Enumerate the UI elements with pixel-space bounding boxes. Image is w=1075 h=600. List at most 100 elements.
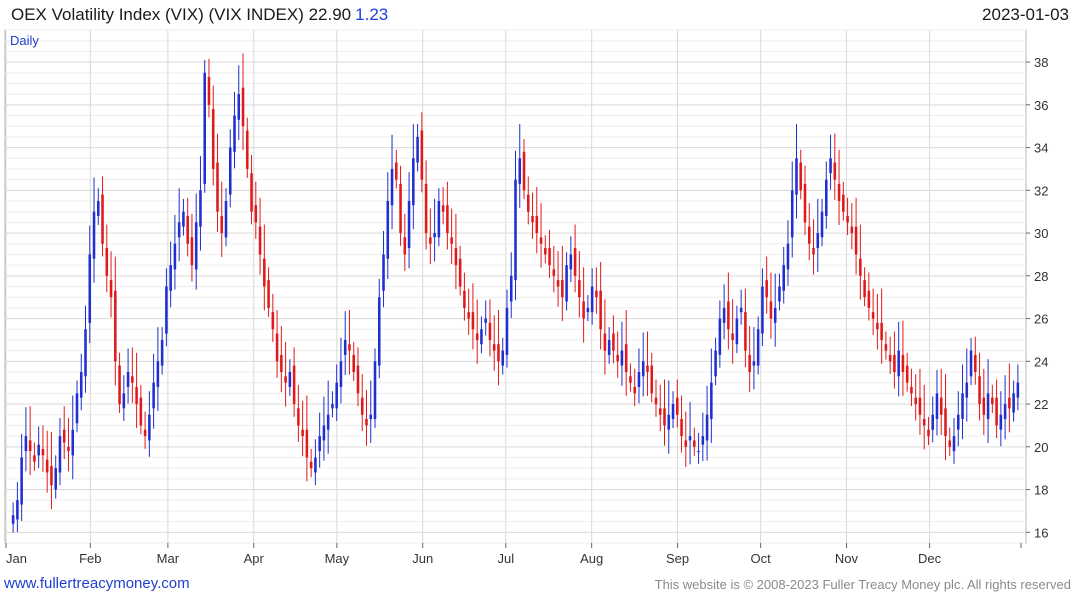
x-tick-label: Mar (157, 551, 180, 566)
candle-body (280, 354, 283, 372)
candle-body (88, 254, 92, 323)
candle-body (75, 393, 79, 424)
candle-body (582, 301, 585, 319)
candle-body (501, 350, 505, 366)
candle-body (101, 194, 104, 244)
candle-body (761, 286, 764, 334)
candle-body (978, 376, 981, 405)
candle-body (999, 414, 1003, 430)
candle-body (565, 265, 568, 302)
candle-body (671, 404, 675, 420)
candle-body (918, 397, 922, 415)
candle-body (54, 468, 57, 490)
candle-body (33, 455, 36, 462)
candle-body (1016, 382, 1020, 398)
candle-body (697, 451, 700, 453)
candle-body (637, 372, 641, 387)
candle-body (969, 350, 973, 377)
candle-body (292, 365, 296, 405)
candle-body (182, 211, 185, 227)
candle-body (731, 333, 734, 340)
candle-body (825, 179, 828, 216)
candle-body (948, 440, 952, 447)
candle-body (50, 466, 53, 486)
candle-body (952, 436, 956, 452)
copyright-notice: This website is © 2008-2023 Fuller Treac… (654, 577, 1071, 592)
candle-body (654, 397, 658, 405)
candle-body (237, 94, 241, 120)
candle-body (114, 290, 117, 362)
candle-body (126, 372, 130, 387)
candle-body (122, 393, 126, 409)
x-tick-label: Jan (6, 551, 27, 566)
candle-body (416, 136, 419, 163)
candle-body (207, 77, 211, 105)
candle-body (556, 280, 560, 287)
candle-body (467, 312, 470, 319)
candle-body (752, 361, 756, 366)
candle-body (326, 414, 330, 430)
x-tick-label: Jun (412, 551, 433, 566)
candle-body (897, 350, 900, 377)
candle-body (663, 408, 666, 426)
candle-body (748, 354, 751, 372)
candle-body (880, 322, 883, 340)
candle-body (471, 312, 475, 330)
candle-body (569, 254, 573, 270)
candle-body (177, 222, 181, 238)
candle-body (79, 372, 83, 398)
candle-body (11, 515, 15, 524)
candle-body (71, 429, 75, 456)
candle-body (846, 215, 849, 223)
candle-body (603, 333, 607, 351)
candle-body (352, 354, 355, 372)
x-tick-label: Sep (666, 551, 689, 566)
candle-body (786, 243, 790, 270)
candle-body (727, 301, 730, 330)
x-tick-label: May (325, 551, 350, 566)
candle-body (710, 382, 713, 420)
y-tick-label: 38 (1034, 55, 1048, 70)
candle-body (803, 183, 807, 223)
candle-body (650, 365, 654, 394)
candle-body (484, 318, 487, 323)
candle-body (211, 109, 215, 169)
candle-body (778, 286, 781, 302)
candle-body (599, 290, 602, 330)
candle-body (331, 404, 334, 409)
candle-body (37, 444, 40, 456)
candle-body (390, 168, 394, 206)
candle-body (301, 429, 304, 437)
candle-body (518, 158, 522, 184)
candle-body (620, 350, 624, 366)
candle-body (220, 215, 224, 234)
candle-body (863, 280, 866, 298)
candle-body (267, 280, 270, 308)
candle-body (228, 147, 232, 195)
y-tick-label: 24 (1034, 354, 1048, 369)
website-link[interactable]: www.fullertreacymoney.com (4, 575, 190, 592)
candle-body (314, 457, 317, 473)
candle-body (850, 226, 854, 234)
candle-body (812, 248, 815, 255)
candle-body (475, 333, 479, 340)
candle-body (309, 461, 313, 469)
candle-body (28, 440, 32, 452)
x-tick-label: Nov (835, 551, 859, 566)
candle-body (135, 386, 138, 405)
candle-body (531, 215, 534, 223)
candle-body (735, 318, 739, 345)
candle-body (318, 436, 321, 452)
y-tick-label: 22 (1034, 397, 1048, 412)
candle-body (297, 408, 300, 426)
candle-body (884, 344, 888, 351)
candle-body (684, 440, 688, 447)
candle-body (701, 436, 705, 445)
candle-body (965, 382, 969, 398)
candle-body (152, 382, 155, 409)
candle-body (429, 237, 432, 244)
candle-body (837, 183, 841, 201)
candle-body (412, 158, 415, 206)
candle-body (616, 354, 619, 362)
candle-body (658, 408, 662, 415)
